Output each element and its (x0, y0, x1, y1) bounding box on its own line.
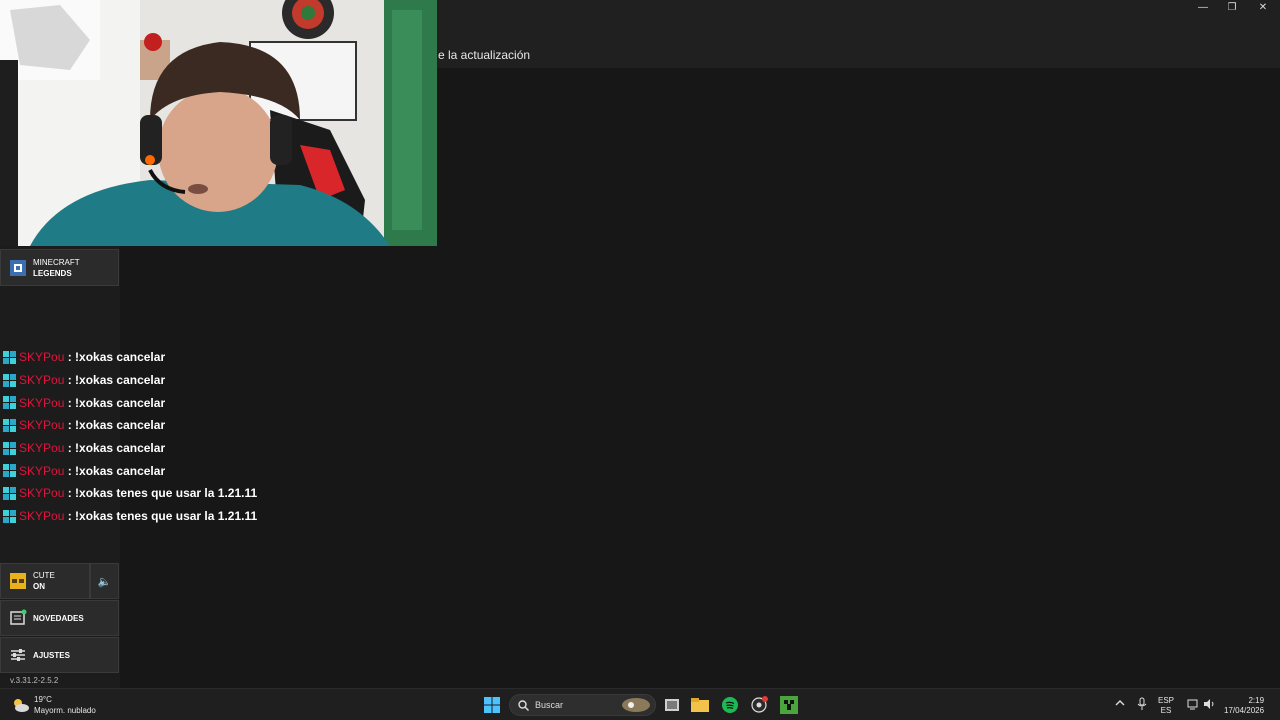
game-name-line1: MINECRAFT (33, 257, 80, 267)
chat-message: SKYPou : !xokas cancelar (3, 369, 257, 392)
obs-icon (751, 696, 768, 713)
version-label: v.3.31.2-2.5.2 (10, 676, 59, 685)
network-button[interactable] (1187, 698, 1199, 713)
chat-username[interactable]: SKYPou (19, 350, 64, 364)
language-indicator[interactable]: ESP ES (1158, 696, 1174, 716)
chat-badge-icon (3, 396, 16, 410)
game-selector-label: MINECRAFT LEGENDS (33, 257, 80, 279)
news-icon (9, 609, 27, 627)
chat-username[interactable]: SKYPou (19, 486, 64, 500)
cute-mode-label: CUTE ON (33, 570, 55, 592)
cute-mode-state: ON (33, 582, 45, 591)
task-view-icon (665, 699, 679, 711)
chat-message: SKYPou : !xokas cancelar (3, 346, 257, 369)
network-icon (1187, 699, 1198, 710)
desktop: e la actualización — ❐ ✕ MINECRAFT LEGEN… (0, 0, 1280, 720)
clock[interactable]: 2:19 17/04/2026 (1224, 696, 1264, 716)
news-label: NOVEDADES (33, 613, 84, 623)
speaker-icon: 🔈 (97, 575, 112, 588)
language-code: ESP (1158, 696, 1175, 705)
game-selector-button[interactable]: MINECRAFT LEGENDS (0, 249, 119, 286)
news-button[interactable]: NOVEDADES (0, 600, 119, 636)
chat-message: SKYPou : !xokas tenes que usar la 1.21.1… (3, 482, 257, 505)
minecraft-legends-icon (9, 259, 27, 277)
chat-username[interactable]: SKYPou (19, 373, 64, 387)
chat-badge-icon (3, 441, 16, 455)
chat-username[interactable]: SKYPou (19, 464, 64, 478)
chat-text: : !xokas cancelar (67, 418, 166, 433)
close-button[interactable]: ✕ (1247, 0, 1279, 14)
keyboard-layout: ES (1160, 706, 1172, 715)
update-notice-text: e la actualización (438, 48, 531, 62)
chat-badge-icon (3, 486, 16, 500)
chat-text: : !xokas tenes que usar la 1.21.11 (67, 486, 258, 501)
chat-badge-icon (3, 464, 16, 478)
volume-button[interactable] (1203, 698, 1215, 713)
taskbar-search[interactable]: Buscar (509, 694, 656, 716)
microphone-button[interactable] (1137, 697, 1147, 714)
chat-username[interactable]: SKYPou (19, 396, 64, 410)
chat-overlay: SKYPou : !xokas cancelar SKYPou : !xokas… (3, 346, 257, 528)
chat-text: : !xokas cancelar (67, 350, 166, 365)
show-hidden-icons-button[interactable] (1115, 699, 1125, 710)
search-icon (518, 699, 529, 711)
obs-button[interactable] (751, 696, 769, 714)
windows-icon (484, 697, 500, 713)
chat-message: SKYPou : !xokas cancelar (3, 414, 257, 437)
microphone-icon (1137, 697, 1147, 710)
chat-message: SKYPou : !xokas cancelar (3, 437, 257, 460)
folder-icon (691, 698, 709, 712)
spotify-icon (722, 697, 738, 713)
chat-message: SKYPou : !xokas cancelar (3, 391, 257, 414)
chat-username[interactable]: SKYPou (19, 441, 64, 455)
task-view-button[interactable] (663, 696, 681, 714)
app-window-titlebar (437, 0, 1280, 68)
clock-time: 2:19 (1248, 696, 1265, 705)
settings-label: AJUSTES (33, 650, 70, 660)
chat-badge-icon (3, 418, 16, 432)
chat-message: SKYPou : !xokas cancelar (3, 459, 257, 482)
creeper-icon (780, 696, 798, 714)
restore-button[interactable]: ❐ (1216, 0, 1248, 14)
weather-widget[interactable]: 19°C Mayorm. nublado (10, 694, 96, 716)
webcam-overlay (0, 0, 437, 246)
chat-username[interactable]: SKYPou (19, 509, 64, 523)
spotify-button[interactable] (721, 696, 739, 714)
sound-button[interactable]: 🔈 (90, 563, 119, 599)
chat-badge-icon (3, 350, 16, 364)
taskbar: 19°C Mayorm. nublado Buscar ESP ES 2:19 … (0, 688, 1280, 720)
cute-mode-line1: CUTE (33, 571, 55, 580)
cute-mode-toggle[interactable]: CUTE ON (0, 563, 90, 599)
clock-date: 17/04/2026 (1224, 706, 1265, 715)
chevron-up-icon (1115, 700, 1125, 706)
speaker-icon (1204, 699, 1214, 709)
minecraft-launcher-button[interactable] (780, 696, 798, 714)
chat-message: SKYPou : !xokas tenes que usar la 1.21.1… (3, 505, 257, 528)
chat-text: : !xokas cancelar (67, 463, 166, 478)
webcam-image (0, 0, 437, 246)
chat-badge-icon (3, 509, 16, 523)
chat-username[interactable]: SKYPou (19, 418, 64, 432)
chat-badge-icon (3, 373, 16, 387)
cute-mode-icon (9, 572, 27, 590)
minimize-button[interactable]: — (1187, 0, 1219, 14)
cloud-sun-icon (14, 699, 29, 712)
weather-desc: Mayorm. nublado (34, 706, 96, 715)
search-placeholder: Buscar (535, 700, 564, 710)
chat-text: : !xokas cancelar (67, 373, 166, 388)
start-button[interactable] (483, 696, 501, 714)
search-highlight-icon (622, 698, 650, 712)
game-name-line2: LEGENDS (33, 268, 72, 278)
chat-text: : !xokas tenes que usar la 1.21.11 (67, 509, 258, 524)
file-explorer-button[interactable] (691, 696, 709, 714)
settings-button[interactable]: AJUSTES (0, 637, 119, 673)
chat-text: : !xokas cancelar (67, 395, 166, 410)
sliders-icon (9, 646, 27, 664)
weather-temp: 19°C (34, 695, 52, 704)
chat-text: : !xokas cancelar (67, 441, 166, 456)
